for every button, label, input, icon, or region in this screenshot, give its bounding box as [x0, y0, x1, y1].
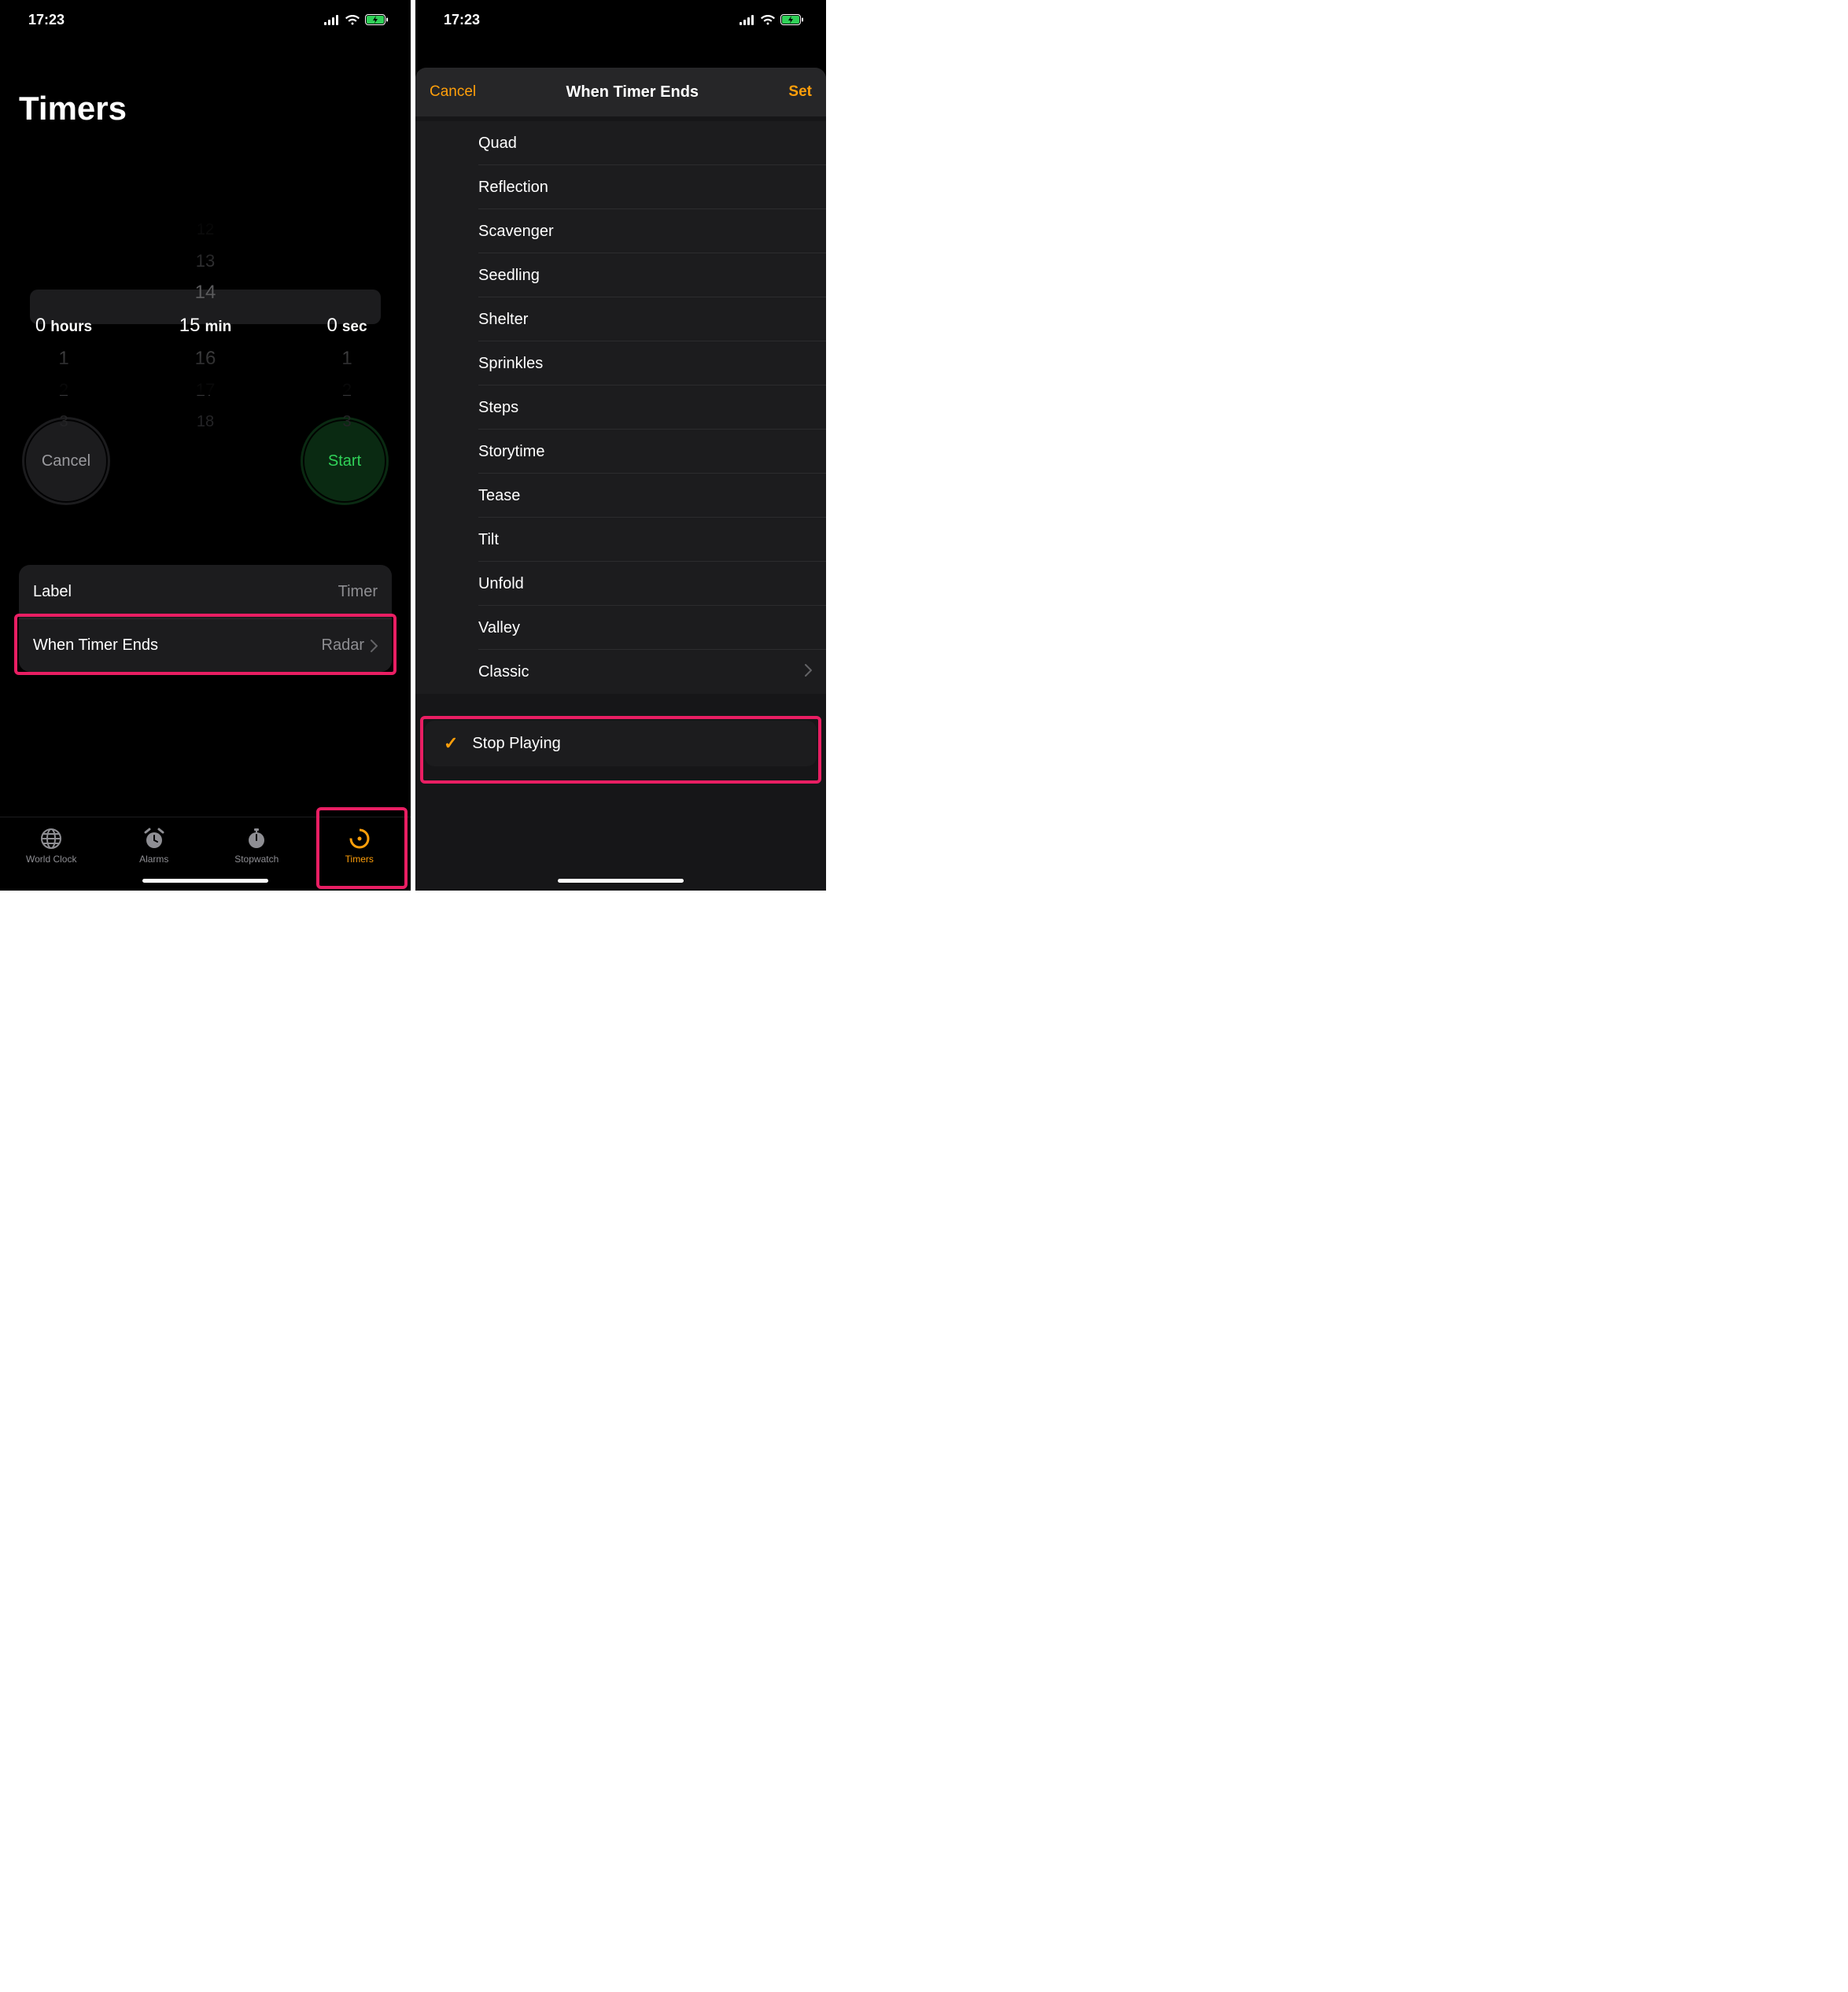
- timer-settings-card: Label Timer When Timer Ends Radar: [19, 565, 392, 672]
- status-time: 17:23: [28, 12, 65, 28]
- battery-charging-icon: [365, 14, 389, 25]
- stop-playing-row[interactable]: ✓ Stop Playing: [425, 721, 817, 766]
- chevron-right-icon: [371, 640, 378, 652]
- status-right: [324, 14, 389, 25]
- label-row[interactable]: Label Timer: [19, 565, 392, 618]
- status-time: 17:23: [444, 12, 480, 28]
- sound-item[interactable]: Shelter: [415, 297, 826, 341]
- cancel-button[interactable]: Cancel: [430, 83, 476, 101]
- page-title: Timers: [19, 90, 392, 127]
- chevron-right-icon: [805, 663, 812, 681]
- wte-value: Radar: [322, 636, 364, 655]
- set-button[interactable]: Set: [788, 83, 812, 101]
- sound-item[interactable]: Tease: [415, 474, 826, 518]
- sound-item[interactable]: Tilt: [415, 518, 826, 562]
- tab-world-clock[interactable]: World Clock: [0, 827, 103, 891]
- sound-item[interactable]: Storytime: [415, 430, 826, 474]
- picker-col-hours[interactable]: 0hours 1 2 3: [20, 214, 107, 395]
- label-title: Label: [33, 583, 72, 601]
- home-indicator[interactable]: [558, 879, 684, 883]
- sound-item[interactable]: Scavenger: [415, 209, 826, 253]
- checkmark-icon: ✓: [444, 733, 458, 754]
- battery-charging-icon: [780, 14, 804, 25]
- screen-when-timer-ends: 17:23 Cancel When Timer Ends Set QuadRef…: [415, 0, 826, 891]
- sheet-title: When Timer Ends: [566, 83, 699, 101]
- cellular-icon: [324, 15, 340, 25]
- sound-item-classic[interactable]: Classic: [415, 650, 826, 694]
- wte-title: When Timer Ends: [33, 636, 158, 655]
- sound-list[interactable]: QuadReflectionScavengerSeedlingShelterSp…: [415, 121, 826, 694]
- wte-sheet: Cancel When Timer Ends Set QuadReflectio…: [415, 68, 826, 891]
- sound-item[interactable]: Valley: [415, 606, 826, 650]
- wifi-icon: [345, 14, 360, 25]
- picker-col-min[interactable]: 12 13 14 15min 16 17 18: [162, 214, 249, 395]
- home-indicator[interactable]: [142, 879, 268, 883]
- stop-playing-card: ✓ Stop Playing: [425, 721, 817, 766]
- sound-item[interactable]: Quad: [415, 121, 826, 165]
- wifi-icon: [760, 14, 776, 25]
- sheet-header: Cancel When Timer Ends Set: [415, 68, 826, 116]
- stop-playing-label: Stop Playing: [472, 735, 560, 753]
- sound-item[interactable]: Reflection: [415, 165, 826, 209]
- cellular-icon: [740, 15, 755, 25]
- status-right: [740, 14, 804, 25]
- globe-icon: [39, 827, 63, 850]
- tab-timers[interactable]: Timers: [308, 827, 411, 891]
- stopwatch-icon: [245, 827, 268, 850]
- screen-timers: 17:23 Timers 0hours 1 2 3: [0, 0, 411, 891]
- timer-icon: [348, 827, 371, 850]
- label-value: Timer: [338, 583, 378, 601]
- sound-item[interactable]: Seedling: [415, 253, 826, 297]
- sound-item[interactable]: Steps: [415, 385, 826, 430]
- alarm-icon: [142, 827, 166, 850]
- picker-col-sec[interactable]: 0sec 1 2 3: [304, 214, 390, 395]
- status-bar: 17:23: [0, 0, 411, 39]
- when-timer-ends-row[interactable]: When Timer Ends Radar: [19, 618, 392, 672]
- timer-picker[interactable]: 0hours 1 2 3 12 13 14 15min 16 17 18: [19, 214, 392, 395]
- sound-item[interactable]: Unfold: [415, 562, 826, 606]
- sound-item[interactable]: Sprinkles: [415, 341, 826, 385]
- status-bar: 17:23: [415, 0, 826, 39]
